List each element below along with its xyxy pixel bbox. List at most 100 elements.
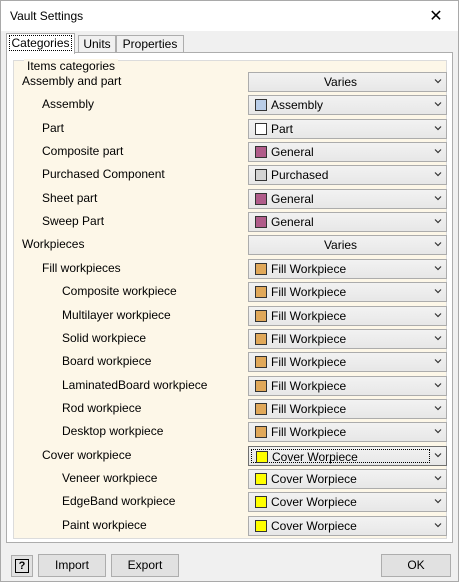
dropdown-value: General xyxy=(271,215,314,229)
category-dropdown[interactable]: Fill Workpiece xyxy=(248,399,447,419)
chevron-down-icon xyxy=(434,359,442,364)
chevron-down-icon xyxy=(434,219,442,224)
dropdown-value: Fill Workpiece xyxy=(271,379,347,393)
category-dropdown[interactable]: Varies xyxy=(248,72,447,92)
dropdown-value: Purchased xyxy=(271,168,329,182)
category-dropdown[interactable]: Fill Workpiece xyxy=(248,282,447,302)
category-row: Composite workpiece Fill Workpiece xyxy=(14,281,448,304)
category-row: Rod workpiece Fill Workpiece xyxy=(14,398,448,421)
category-label: Fill workpieces xyxy=(42,261,121,275)
category-dropdown[interactable]: Fill Workpiece xyxy=(248,376,447,396)
color-swatch xyxy=(255,403,267,415)
tab-categories[interactable]: Categories xyxy=(6,33,75,54)
color-swatch xyxy=(255,333,267,345)
category-row: LaminatedBoard workpiece Fill Workpiece xyxy=(14,375,448,398)
category-label: Board workpiece xyxy=(62,354,152,368)
dropdown-value-area: Varies xyxy=(251,238,430,252)
dropdown-value: Cover Worpiece xyxy=(271,495,357,509)
dropdown-value-area: Cover Worpiece xyxy=(251,472,430,486)
color-swatch xyxy=(255,193,267,205)
dropdown-value: Cover Worpiece xyxy=(271,472,357,486)
category-dropdown[interactable]: Cover Worpiece xyxy=(248,516,447,536)
category-label: Assembly and part xyxy=(22,74,122,88)
dropdown-value: Cover Worpiece xyxy=(272,450,358,464)
close-icon: ✕ xyxy=(429,8,443,25)
dropdown-value: Fill Workpiece xyxy=(271,285,347,299)
category-dropdown[interactable]: Fill Workpiece xyxy=(248,352,447,372)
category-dropdown[interactable]: General xyxy=(248,212,447,232)
category-dropdown[interactable]: Assembly xyxy=(248,95,447,115)
color-swatch xyxy=(255,426,267,438)
items-categories-group: Items categories Assembly and part Varies… xyxy=(13,59,448,539)
ok-button[interactable]: OK xyxy=(381,554,451,577)
category-label: Part xyxy=(42,121,65,135)
chevron-down-icon xyxy=(434,499,442,504)
category-label: Composite part xyxy=(42,144,124,158)
close-button[interactable]: ✕ xyxy=(414,1,458,31)
help-icon: ? xyxy=(15,559,29,573)
chevron-down-icon xyxy=(434,79,442,84)
chevron-down-icon xyxy=(434,149,442,154)
category-dropdown[interactable]: Varies xyxy=(248,235,447,255)
dropdown-value-area: Part xyxy=(251,122,430,136)
vault-settings-dialog: Vault Settings ✕ Categories Units Proper… xyxy=(0,0,459,582)
chevron-down-icon xyxy=(434,476,442,481)
category-row: Workpieces Varies xyxy=(14,234,448,257)
dropdown-value: Assembly xyxy=(271,98,324,112)
chevron-down-icon xyxy=(434,102,442,107)
tab-properties[interactable]: Properties xyxy=(116,35,184,53)
color-swatch xyxy=(255,146,267,158)
category-dropdown[interactable]: Fill Workpiece xyxy=(248,329,447,349)
category-row: Solid workpiece Fill Workpiece xyxy=(14,328,448,351)
category-label: Rod workpiece xyxy=(62,401,142,415)
chevron-down-icon xyxy=(434,242,442,247)
category-row: Assembly and part Varies xyxy=(14,71,448,94)
dropdown-value: Fill Workpiece xyxy=(271,309,347,323)
export-button[interactable]: Export xyxy=(111,554,179,577)
color-swatch xyxy=(255,310,267,322)
category-label: Multilayer workpiece xyxy=(62,308,171,322)
dropdown-value-area: Fill Workpiece xyxy=(251,355,430,369)
chevron-down-icon xyxy=(434,172,442,177)
category-dropdown[interactable]: Cover Worpiece xyxy=(248,492,447,512)
dropdown-value-area: General xyxy=(251,215,430,229)
color-swatch xyxy=(255,263,267,275)
category-row: Sheet part General xyxy=(14,188,448,211)
tab-units[interactable]: Units xyxy=(78,35,116,53)
category-dropdown[interactable]: Fill Workpiece xyxy=(248,259,447,279)
dropdown-value-area: General xyxy=(251,192,430,206)
category-dropdown[interactable]: Fill Workpiece xyxy=(248,306,447,326)
color-swatch xyxy=(255,380,267,392)
tab-units-label: Units xyxy=(83,37,111,51)
import-button[interactable]: Import xyxy=(38,554,106,577)
category-label: Paint workpiece xyxy=(62,518,147,532)
category-row: Board workpiece Fill Workpiece xyxy=(14,351,448,374)
category-dropdown[interactable]: Cover Worpiece xyxy=(248,469,447,489)
chevron-down-icon xyxy=(434,196,442,201)
dropdown-value-area: Cover Worpiece xyxy=(251,495,430,509)
category-dropdown[interactable]: Cover Worpiece xyxy=(248,446,447,466)
category-row: Multilayer workpiece Fill Workpiece xyxy=(14,305,448,328)
color-swatch xyxy=(255,99,267,111)
category-row: Assembly Assembly xyxy=(14,94,448,117)
category-dropdown[interactable]: General xyxy=(248,142,447,162)
dropdown-value: Fill Workpiece xyxy=(271,262,347,276)
category-dropdown[interactable]: Purchased xyxy=(248,165,447,185)
tab-properties-label: Properties xyxy=(122,37,178,51)
help-button[interactable]: ? xyxy=(11,555,33,577)
dropdown-value: Cover Worpiece xyxy=(271,519,357,533)
color-swatch xyxy=(255,473,267,485)
dropdown-value-area: Varies xyxy=(251,75,430,89)
category-dropdown[interactable]: Part xyxy=(248,119,447,139)
category-row: Fill workpieces Fill Workpiece xyxy=(14,258,448,281)
category-dropdown[interactable]: General xyxy=(248,189,447,209)
category-dropdown[interactable]: Fill Workpiece xyxy=(248,422,447,442)
category-row: EdgeBand workpiece Cover Worpiece xyxy=(14,491,448,514)
dropdown-value-area: Fill Workpiece xyxy=(251,425,430,439)
color-swatch xyxy=(255,520,267,532)
dropdown-value-area: Cover Worpiece xyxy=(251,519,430,533)
tab-categories-label: Categories xyxy=(9,35,72,51)
dropdown-value-area: Purchased xyxy=(251,168,430,182)
category-label: EdgeBand workpiece xyxy=(62,494,176,508)
chevron-down-icon xyxy=(434,126,442,131)
